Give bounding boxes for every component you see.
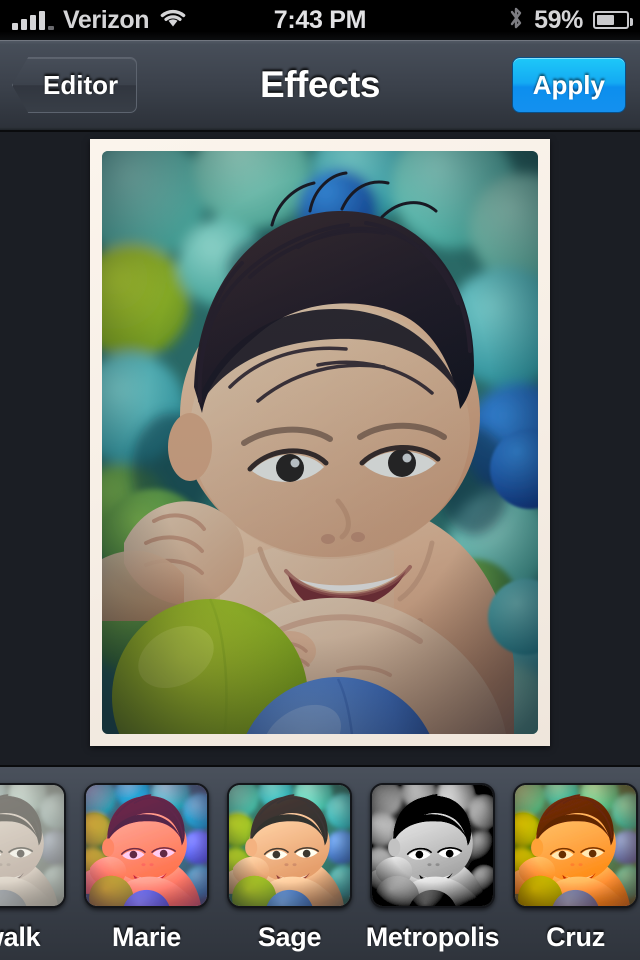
filter-thumbnail[interactable] [513, 783, 638, 908]
status-bar-right: 59% [508, 5, 633, 36]
filter-item-metropolis[interactable]: Metropolis [361, 767, 504, 953]
filter-item-boardwalk[interactable]: dwalk [0, 767, 75, 953]
filter-item-sage[interactable]: Sage [218, 767, 361, 953]
battery-icon [593, 11, 633, 29]
bluetooth-icon [508, 5, 524, 36]
filter-label: Cruz [546, 922, 605, 952]
filter-item-marie[interactable]: Marie [75, 767, 218, 953]
filter-item-cruz[interactable]: Cruz [504, 767, 640, 953]
filter-label: Metropolis [365, 922, 500, 952]
filter-list: dwalk [0, 767, 640, 953]
status-bar: Verizon 7:43 PM 59% [0, 0, 640, 40]
filter-thumbnail[interactable] [84, 783, 209, 908]
navigation-bar: Editor Effects Apply [0, 40, 640, 132]
filter-strip[interactable]: dwalk [0, 765, 640, 960]
apply-button-label: Apply [532, 69, 605, 100]
app-screen: Verizon 7:43 PM 59% Editor Effects Apply… [0, 0, 640, 960]
battery-percent-label: 59% [534, 5, 583, 34]
filter-label: Sage [257, 922, 322, 952]
apply-button[interactable]: Apply [511, 57, 626, 113]
clock-label: 7:43 PM [273, 5, 367, 34]
preview-image[interactable] [102, 151, 538, 734]
filter-thumbnail[interactable] [0, 783, 66, 908]
filter-thumbnail[interactable] [370, 783, 495, 908]
filter-label: Marie [111, 922, 182, 952]
photo-canvas [0, 134, 640, 764]
filter-thumbnail[interactable] [227, 783, 352, 908]
filter-label: dwalk [0, 922, 41, 952]
photo-frame [90, 139, 550, 746]
